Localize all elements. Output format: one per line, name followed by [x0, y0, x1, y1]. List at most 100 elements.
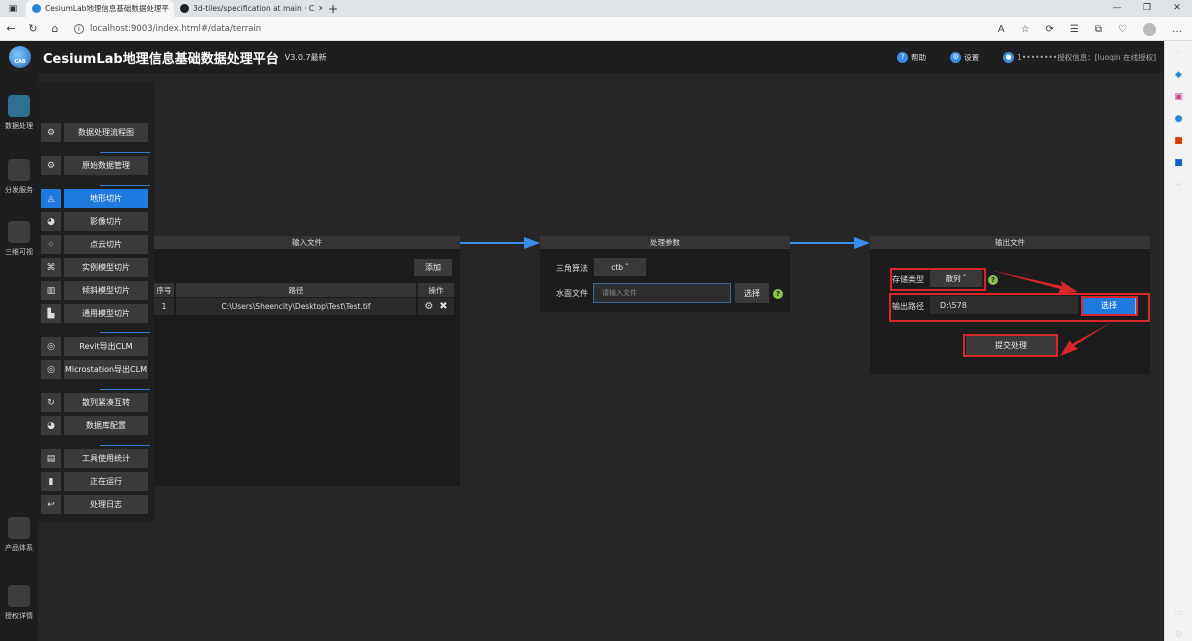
pointcloud-icon: ⁘ — [41, 235, 61, 254]
rail-label: 数据处理 — [5, 122, 33, 130]
tag-icon[interactable]: ◆ — [1173, 69, 1185, 81]
edge-sidebar: ⌕ ◆ ▣ ● ■ ■ + ▭ ⚙ — [1164, 41, 1192, 641]
menu-item-hash-compact[interactable]: ↻ 散列紧凑互转 — [41, 393, 151, 412]
menu-label: 点云切片 — [64, 235, 148, 254]
user-info[interactable]: ● 1••••••••授权信息：[luoqin 在线授权] — [1003, 51, 1156, 63]
back-icon[interactable]: ← — [0, 22, 22, 35]
menu-item-general-model[interactable]: ▙ 通用模型切片 — [41, 304, 151, 323]
delete-icon[interactable]: ✖ — [439, 301, 447, 312]
water-label: 水面文件 — [556, 289, 588, 298]
menu-divider — [100, 389, 150, 390]
algo-select[interactable]: ctb ˇ — [594, 258, 646, 276]
rail-item-3d-view[interactable]: 三维可视 — [0, 221, 38, 257]
favorites-icon[interactable]: ☰ — [1070, 24, 1079, 35]
help-button[interactable]: ? 帮助 — [897, 51, 927, 63]
url-field[interactable]: i localhost:9003/index.html#/data/terrai… — [74, 23, 974, 34]
water-file-input[interactable]: 请输入文件 — [593, 283, 731, 303]
chevron-down-icon: ˇ — [625, 262, 629, 272]
rail-item-data-processing[interactable]: 数据处理 — [0, 95, 38, 131]
annotation-box-select — [1081, 296, 1138, 316]
read-aloud-icon[interactable]: A — [998, 24, 1005, 35]
rail-label: 产品体系 — [5, 544, 33, 552]
help-icon[interactable]: ? — [773, 289, 783, 299]
gear-icon: ⚙ — [950, 51, 962, 63]
building-icon: ▥ — [41, 281, 61, 300]
menu-item-revit-export[interactable]: ◎ Revit导出CLM — [41, 337, 151, 356]
menu-item-oblique-model[interactable]: ▥ 倾斜模型切片 — [41, 281, 151, 300]
menu-item-raw-data[interactable]: ⚙ 原始数据管理 — [41, 156, 151, 175]
rail-label: 三维可视 — [5, 248, 33, 256]
heart-icon[interactable]: ♡ — [1118, 24, 1127, 35]
menu-label: 处理日志 — [64, 495, 148, 514]
games-icon[interactable]: ● — [1173, 113, 1185, 125]
rail-item-products[interactable]: 产品体系 — [0, 517, 38, 553]
add-file-button[interactable]: 添加 — [414, 259, 452, 276]
restore-icon[interactable]: ❐ — [1132, 0, 1162, 17]
column-header: 路径 — [176, 283, 416, 297]
new-tab-icon[interactable]: + — [322, 2, 344, 16]
settings-icon[interactable]: ⚙ — [1173, 629, 1185, 641]
menu-item-flowchart[interactable]: ⚙ 数据处理流程图 — [41, 123, 151, 142]
algo-value: ctb — [611, 262, 624, 272]
rail-label: 分发服务 — [5, 186, 33, 194]
outlook-icon[interactable]: ■ — [1173, 157, 1185, 169]
menu-item-microstation-export[interactable]: ◎ Microstation导出CLM — [41, 360, 151, 379]
office-icon[interactable]: ■ — [1173, 135, 1185, 147]
menu-label: 影像切片 — [64, 212, 148, 231]
settings-button[interactable]: ⚙ 设置 — [950, 51, 979, 63]
revit-icon: ◎ — [41, 337, 61, 356]
refresh-icon[interactable]: ↻ — [22, 22, 44, 35]
browser-tab[interactable]: 3d-tiles/specification at main · C ✕ — [174, 0, 322, 17]
menu-item-stats[interactable]: ▤ 工具使用统计 — [41, 449, 151, 468]
sidebar-toggle-icon[interactable]: ▭ — [1173, 607, 1185, 619]
toolbox-icon[interactable]: ▣ — [1173, 91, 1185, 103]
menu-item-terrain[interactable]: ◬ 地形切片 — [41, 189, 151, 208]
menu-divider — [100, 152, 150, 153]
help-label: 帮助 — [911, 52, 927, 62]
menu-item-logs[interactable]: ↩ 处理日志 — [41, 495, 151, 514]
rail-label: 授权详情 — [5, 612, 33, 620]
tab-title: CesiumLab地理信息基础数据处理平 — [45, 4, 169, 13]
github-favicon-icon — [180, 4, 189, 13]
water-select-button[interactable]: 选择 — [735, 283, 769, 303]
version-label: V3.0.7最新 — [284, 52, 327, 62]
menu-item-database[interactable]: ◕ 数据库配置 — [41, 416, 151, 435]
menu-label: 通用模型切片 — [64, 304, 148, 323]
menu-item-instance-model[interactable]: ⌘ 实例模型切片 — [41, 258, 151, 277]
document-icon: ▤ — [41, 449, 61, 468]
browser-tab-active[interactable]: CesiumLab地理信息基础数据处理平 ✕ — [26, 0, 174, 17]
collections-icon[interactable]: ⧉ — [1095, 24, 1102, 35]
annotation-box-storage — [890, 268, 986, 291]
help-icon[interactable]: ? — [988, 275, 998, 285]
menu-item-pointcloud[interactable]: ⁘ 点云切片 — [41, 235, 151, 254]
menu-divider — [100, 185, 150, 186]
tab-title: 3d-tiles/specification at main · C — [193, 4, 315, 13]
annotation-box-submit — [963, 334, 1058, 357]
algo-label: 三角算法 — [556, 264, 588, 273]
globe-icon — [8, 585, 30, 607]
cesiumlab-logo: CAB — [9, 46, 31, 68]
panel-title: 输出文件 — [870, 236, 1150, 249]
favorite-star-icon[interactable]: ☆ — [1021, 24, 1030, 35]
rail-item-license[interactable]: 授权详情 — [0, 585, 38, 621]
menu-item-imagery[interactable]: ◕ 影像切片 — [41, 212, 151, 231]
menu-item-running[interactable]: ▮ 正在运行 — [41, 472, 151, 491]
profile-avatar[interactable] — [1143, 22, 1156, 36]
menu-label: 正在运行 — [64, 472, 148, 491]
car-icon — [8, 221, 30, 243]
site-info-icon[interactable]: i — [74, 23, 84, 34]
search-icon[interactable]: ⌕ — [1173, 47, 1185, 59]
menu-label: Revit导出CLM — [64, 337, 148, 356]
rail-item-distribution[interactable]: 分发服务 — [0, 159, 38, 195]
app-title: CesiumLab地理信息基础数据处理平台 — [43, 51, 279, 67]
extensions-icon[interactable]: ⟳ — [1046, 24, 1054, 35]
license-info: 1••••••••授权信息：[luoqin 在线授权] — [1017, 52, 1156, 62]
app-header: CAB CesiumLab地理信息基础数据处理平台 V3.0.7最新 ? 帮助 … — [0, 41, 1164, 73]
tab-actions-icon[interactable]: ▣ — [0, 0, 26, 17]
minimize-icon[interactable]: — — [1102, 0, 1132, 17]
close-window-icon[interactable]: ✕ — [1162, 0, 1192, 17]
gear-icon[interactable]: ⚙ — [424, 301, 433, 312]
home-icon[interactable]: ⌂ — [44, 22, 66, 35]
more-icon[interactable]: … — [1172, 24, 1182, 35]
add-icon[interactable]: + — [1173, 179, 1185, 191]
